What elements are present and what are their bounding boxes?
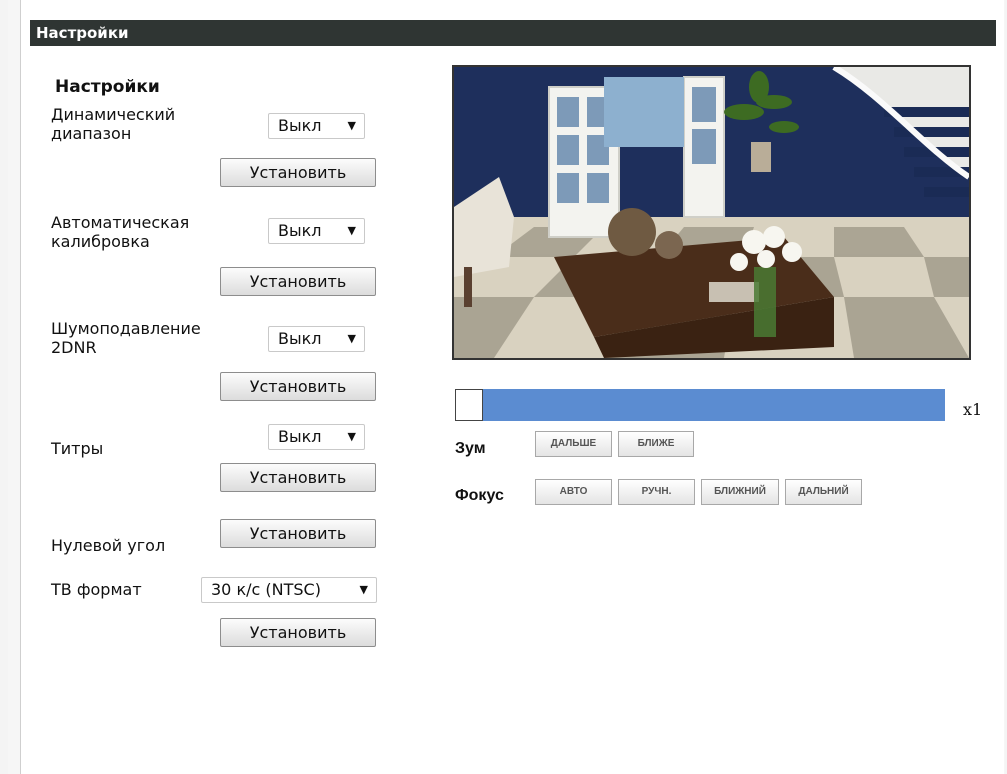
dynamic-range-value: Выкл (278, 116, 322, 135)
dynamic-range-label: Динамический диапазон (51, 105, 175, 143)
noise-reduction-label-line2: 2DNR (51, 338, 97, 357)
zero-angle-set-button[interactable]: Установить (220, 519, 376, 548)
captions-select[interactable]: Выкл ▼ (268, 424, 365, 450)
dynamic-range-label-line2: диапазон (51, 124, 132, 143)
focus-far-button[interactable]: ДАЛЬНИЙ (785, 479, 862, 505)
auto-calibration-label-line2: калибровка (51, 232, 150, 251)
dynamic-range-set-button[interactable]: Установить (220, 158, 376, 187)
zoom-slider-handle[interactable] (455, 389, 483, 421)
zoom-level-text: x1 (963, 400, 983, 419)
zoom-near-button[interactable]: БЛИЖЕ (618, 431, 694, 457)
tv-format-value: 30 к/с (NTSC) (211, 580, 321, 599)
captions-set-button[interactable]: Установить (220, 463, 376, 492)
zero-angle-label: Нулевой угол (51, 536, 166, 555)
auto-calibration-value: Выкл (278, 221, 322, 240)
chevron-down-icon: ▼ (347, 224, 356, 237)
focus-auto-button[interactable]: АВТО (535, 479, 612, 505)
chevron-down-icon: ▼ (347, 119, 356, 132)
auto-calibration-set-button[interactable]: Установить (220, 267, 376, 296)
auto-calibration-select[interactable]: Выкл ▼ (268, 218, 365, 244)
noise-reduction-value: Выкл (278, 329, 322, 348)
chevron-down-icon: ▼ (347, 332, 356, 345)
focus-manual-button[interactable]: РУЧН. (618, 479, 695, 505)
noise-reduction-label-line1: Шумоподавление (51, 319, 201, 338)
zoom-label: Зум (455, 440, 486, 457)
captions-value: Выкл (278, 427, 322, 446)
captions-label: Титры (51, 439, 104, 458)
noise-reduction-label: Шумоподавление 2DNR (51, 319, 201, 357)
noise-reduction-set-button[interactable]: Установить (220, 372, 376, 401)
panel-title: Настройки (30, 20, 996, 46)
tv-format-set-button[interactable]: Установить (220, 618, 376, 647)
dynamic-range-label-line1: Динамический (51, 105, 176, 124)
chevron-down-icon: ▼ (347, 430, 356, 443)
auto-calibration-label-line1: Автоматическая (51, 213, 190, 232)
focus-near-button[interactable]: БЛИЖНИЙ (701, 479, 779, 505)
room-scene-picture (454, 67, 969, 358)
tv-format-select[interactable]: 30 к/с (NTSC) ▼ (201, 577, 377, 603)
auto-calibration-label: Автоматическая калибровка (51, 213, 189, 251)
tv-format-label: ТВ формат (51, 580, 142, 599)
noise-reduction-select[interactable]: Выкл ▼ (268, 326, 365, 352)
chevron-down-icon: ▼ (359, 583, 368, 596)
dynamic-range-select[interactable]: Выкл ▼ (268, 113, 365, 139)
focus-label: Фокус (455, 487, 504, 504)
camera-preview-image (452, 65, 971, 360)
zoom-far-button[interactable]: ДАЛЬШЕ (535, 431, 612, 457)
zoom-slider-track[interactable] (455, 389, 945, 421)
section-heading: Настройки (55, 77, 160, 97)
